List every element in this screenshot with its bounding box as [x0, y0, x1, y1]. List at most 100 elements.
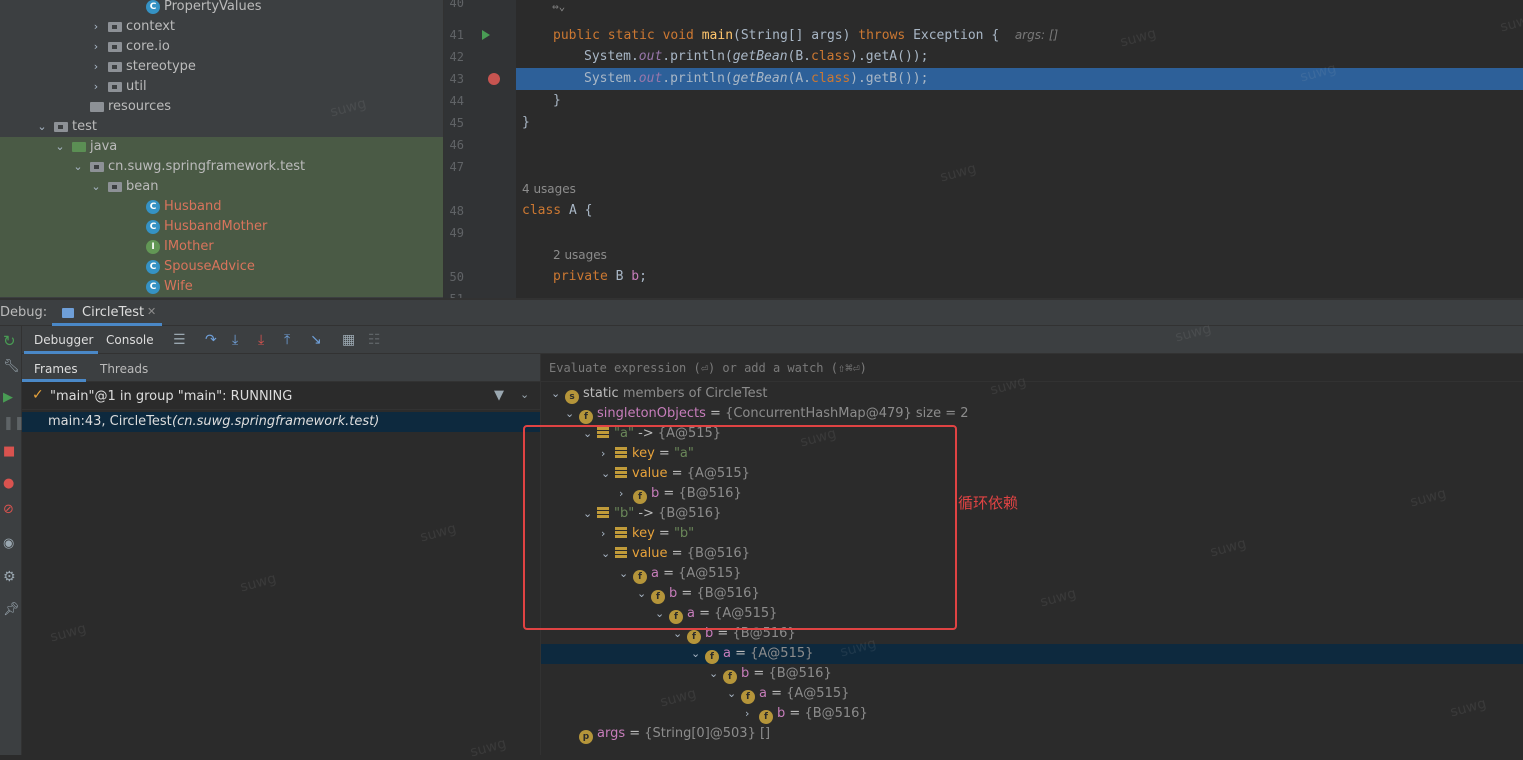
usages-hint[interactable]: 4 usages — [522, 182, 576, 196]
chevron-down-icon[interactable]: ⌄ — [54, 137, 66, 157]
frame-item[interactable]: main:43, CircleTest (cn.suwg.springframe… — [22, 412, 540, 432]
variable-row[interactable]: ⌄ f singletonObjects = {ConcurrentHashMap@… — [541, 404, 1523, 424]
chevron-right-icon[interactable]: › — [90, 37, 102, 57]
watch-input[interactable]: Evaluate expression (⏎) or add a watch (… — [541, 354, 1523, 382]
tree-item[interactable]: › core.io — [0, 37, 443, 57]
tree-item[interactable]: ⌄ cn.suwg.springframework.test — [0, 157, 443, 177]
variable-row[interactable]: ⌄ f b = {B@516} — [541, 664, 1523, 684]
trace-icon[interactable]: ☷ — [368, 326, 381, 354]
filter-icon[interactable]: ▼ — [494, 388, 504, 403]
tree-item[interactable]: C Husband — [0, 197, 443, 217]
tree-item-label: cn.suwg.springframework.test — [108, 159, 306, 174]
tree-item-label: bean — [126, 179, 159, 194]
debug-label: Debug: — [0, 305, 48, 320]
tab-frames-label: Frames — [34, 362, 78, 376]
variable-row[interactable]: p args = {String[0]@503} [] — [541, 724, 1523, 744]
tree-item[interactable]: C Wife — [0, 277, 443, 297]
tree-item[interactable]: › stereotype — [0, 57, 443, 77]
variable-row[interactable]: ⌄ s static members of CircleTest — [541, 384, 1523, 404]
run-to-cursor-icon[interactable]: ↘ — [310, 326, 322, 354]
gear-icon[interactable]: ⚙ — [3, 569, 16, 585]
variable-name: a — [723, 646, 731, 661]
resume-icon[interactable]: ▶ — [3, 390, 13, 405]
tab-circletest[interactable]: CircleTest ✕ — [52, 300, 162, 326]
chevron-down-icon[interactable]: ⌄ — [90, 177, 102, 197]
class-icon: C — [146, 200, 160, 214]
chevron-down-icon[interactable]: ⌄ — [709, 664, 723, 684]
tree-item-label: test — [72, 119, 97, 134]
tree-item[interactable]: ⌄ java — [0, 137, 443, 157]
package-icon — [54, 122, 68, 132]
code-editor[interactable]: 404142434445464748495051 ⇔⌄ public stati… — [444, 0, 1523, 298]
code-line-44: } — [553, 93, 561, 108]
variable-name: static — [583, 386, 619, 401]
step-into-icon[interactable]: ⤓ — [232, 326, 238, 354]
variable-name: args — [597, 726, 626, 741]
chevron-down-icon[interactable]: ⌄ — [72, 157, 84, 177]
evaluate-icon[interactable]: ▦ — [342, 326, 355, 354]
variable-row[interactable]: › f b = {B@516} — [541, 704, 1523, 724]
variable-value: {A@515} — [786, 686, 850, 701]
variable-name: singletonObjects — [597, 406, 706, 421]
tree-item-label: java — [90, 139, 118, 154]
package-icon — [108, 82, 122, 92]
variable-value: {B@516} — [804, 706, 868, 721]
camera-icon[interactable]: ◉ — [3, 536, 14, 551]
rerun-icon[interactable]: ↻ — [3, 332, 16, 350]
package-icon — [108, 182, 122, 192]
variable-row[interactable]: ⌄ f a = {A@515} — [541, 644, 1523, 664]
view-breakpoints-icon[interactable]: ● — [3, 476, 14, 491]
source-folder-icon — [72, 142, 86, 152]
chevron-right-icon[interactable]: › — [90, 17, 102, 37]
class-icon: C — [146, 220, 160, 234]
close-icon[interactable]: ✕ — [147, 305, 156, 318]
chevron-down-icon[interactable]: ⌄ — [691, 644, 705, 664]
chevron-down-icon[interactable]: ⌄ — [565, 404, 579, 424]
pin-icon[interactable]: 📌︎ — [3, 602, 20, 617]
stop-icon[interactable]: ■ — [3, 444, 15, 459]
tree-item[interactable]: ⌄ bean — [0, 177, 443, 197]
field-icon: f — [579, 410, 593, 424]
menu-icon[interactable]: ☰ — [173, 326, 186, 354]
code-line-45: } — [522, 115, 530, 130]
step-over-icon[interactable]: ↷ — [205, 326, 217, 354]
run-gutter-icon[interactable] — [482, 30, 490, 40]
tree-item-label: Husband — [164, 199, 222, 214]
step-out-icon[interactable]: ⤒ — [284, 326, 290, 354]
project-tree: C PropertyValues › context › core.io › stereoty… — [0, 0, 443, 298]
mute-breakpoints-icon[interactable]: ⊘ — [3, 502, 14, 517]
chevron-right-icon[interactable]: › — [90, 57, 102, 77]
chevron-down-icon[interactable]: ⌄ — [520, 388, 529, 401]
thread-selector[interactable]: ✓ "main"@1 in group "main": RUNNING ▼ ⌄ — [22, 384, 540, 410]
tree-item-label: util — [126, 79, 147, 94]
parameter-icon: p — [579, 730, 593, 744]
chevron-down-icon[interactable]: ⌄ — [551, 384, 565, 404]
chevron-down-icon[interactable]: ⌄ — [727, 684, 741, 704]
tree-item[interactable]: C HusbandMother — [0, 217, 443, 237]
chevron-right-icon[interactable]: › — [90, 77, 102, 97]
frame-package: (cn.suwg.springframework.test) — [172, 414, 380, 429]
breakpoint-icon[interactable] — [488, 73, 500, 85]
tab-frames[interactable]: Frames — [22, 354, 86, 382]
tree-item[interactable]: resources — [0, 97, 443, 117]
field-icon: f — [723, 670, 737, 684]
tab-debugger[interactable]: Debugger — [24, 326, 98, 354]
tree-item[interactable]: › util — [0, 77, 443, 97]
variable-value: {A@515} — [750, 646, 814, 661]
tree-item-label: SpouseAdvice — [164, 259, 255, 274]
tab-threads[interactable]: Threads — [88, 354, 152, 382]
tree-item[interactable]: C SpouseAdvice — [0, 257, 443, 277]
class-icon: C — [146, 0, 160, 14]
interface-icon: I — [146, 240, 160, 254]
wrench-icon[interactable]: 🔧︎ — [3, 359, 20, 374]
usages-hint[interactable]: 2 usages — [553, 248, 607, 262]
chevron-down-icon[interactable]: ⌄ — [36, 117, 48, 137]
tab-console[interactable]: Console — [100, 326, 164, 354]
tree-item[interactable]: › context — [0, 17, 443, 37]
tree-item[interactable]: ⌄ test — [0, 117, 443, 137]
tree-item[interactable]: C PropertyValues — [0, 0, 443, 17]
chevron-right-icon[interactable]: › — [745, 704, 759, 724]
watch-placeholder: Evaluate expression (⏎) or add a watch (… — [549, 361, 867, 375]
tree-item[interactable]: I IMother — [0, 237, 443, 257]
force-step-into-icon[interactable]: ⤓ — [258, 326, 264, 354]
